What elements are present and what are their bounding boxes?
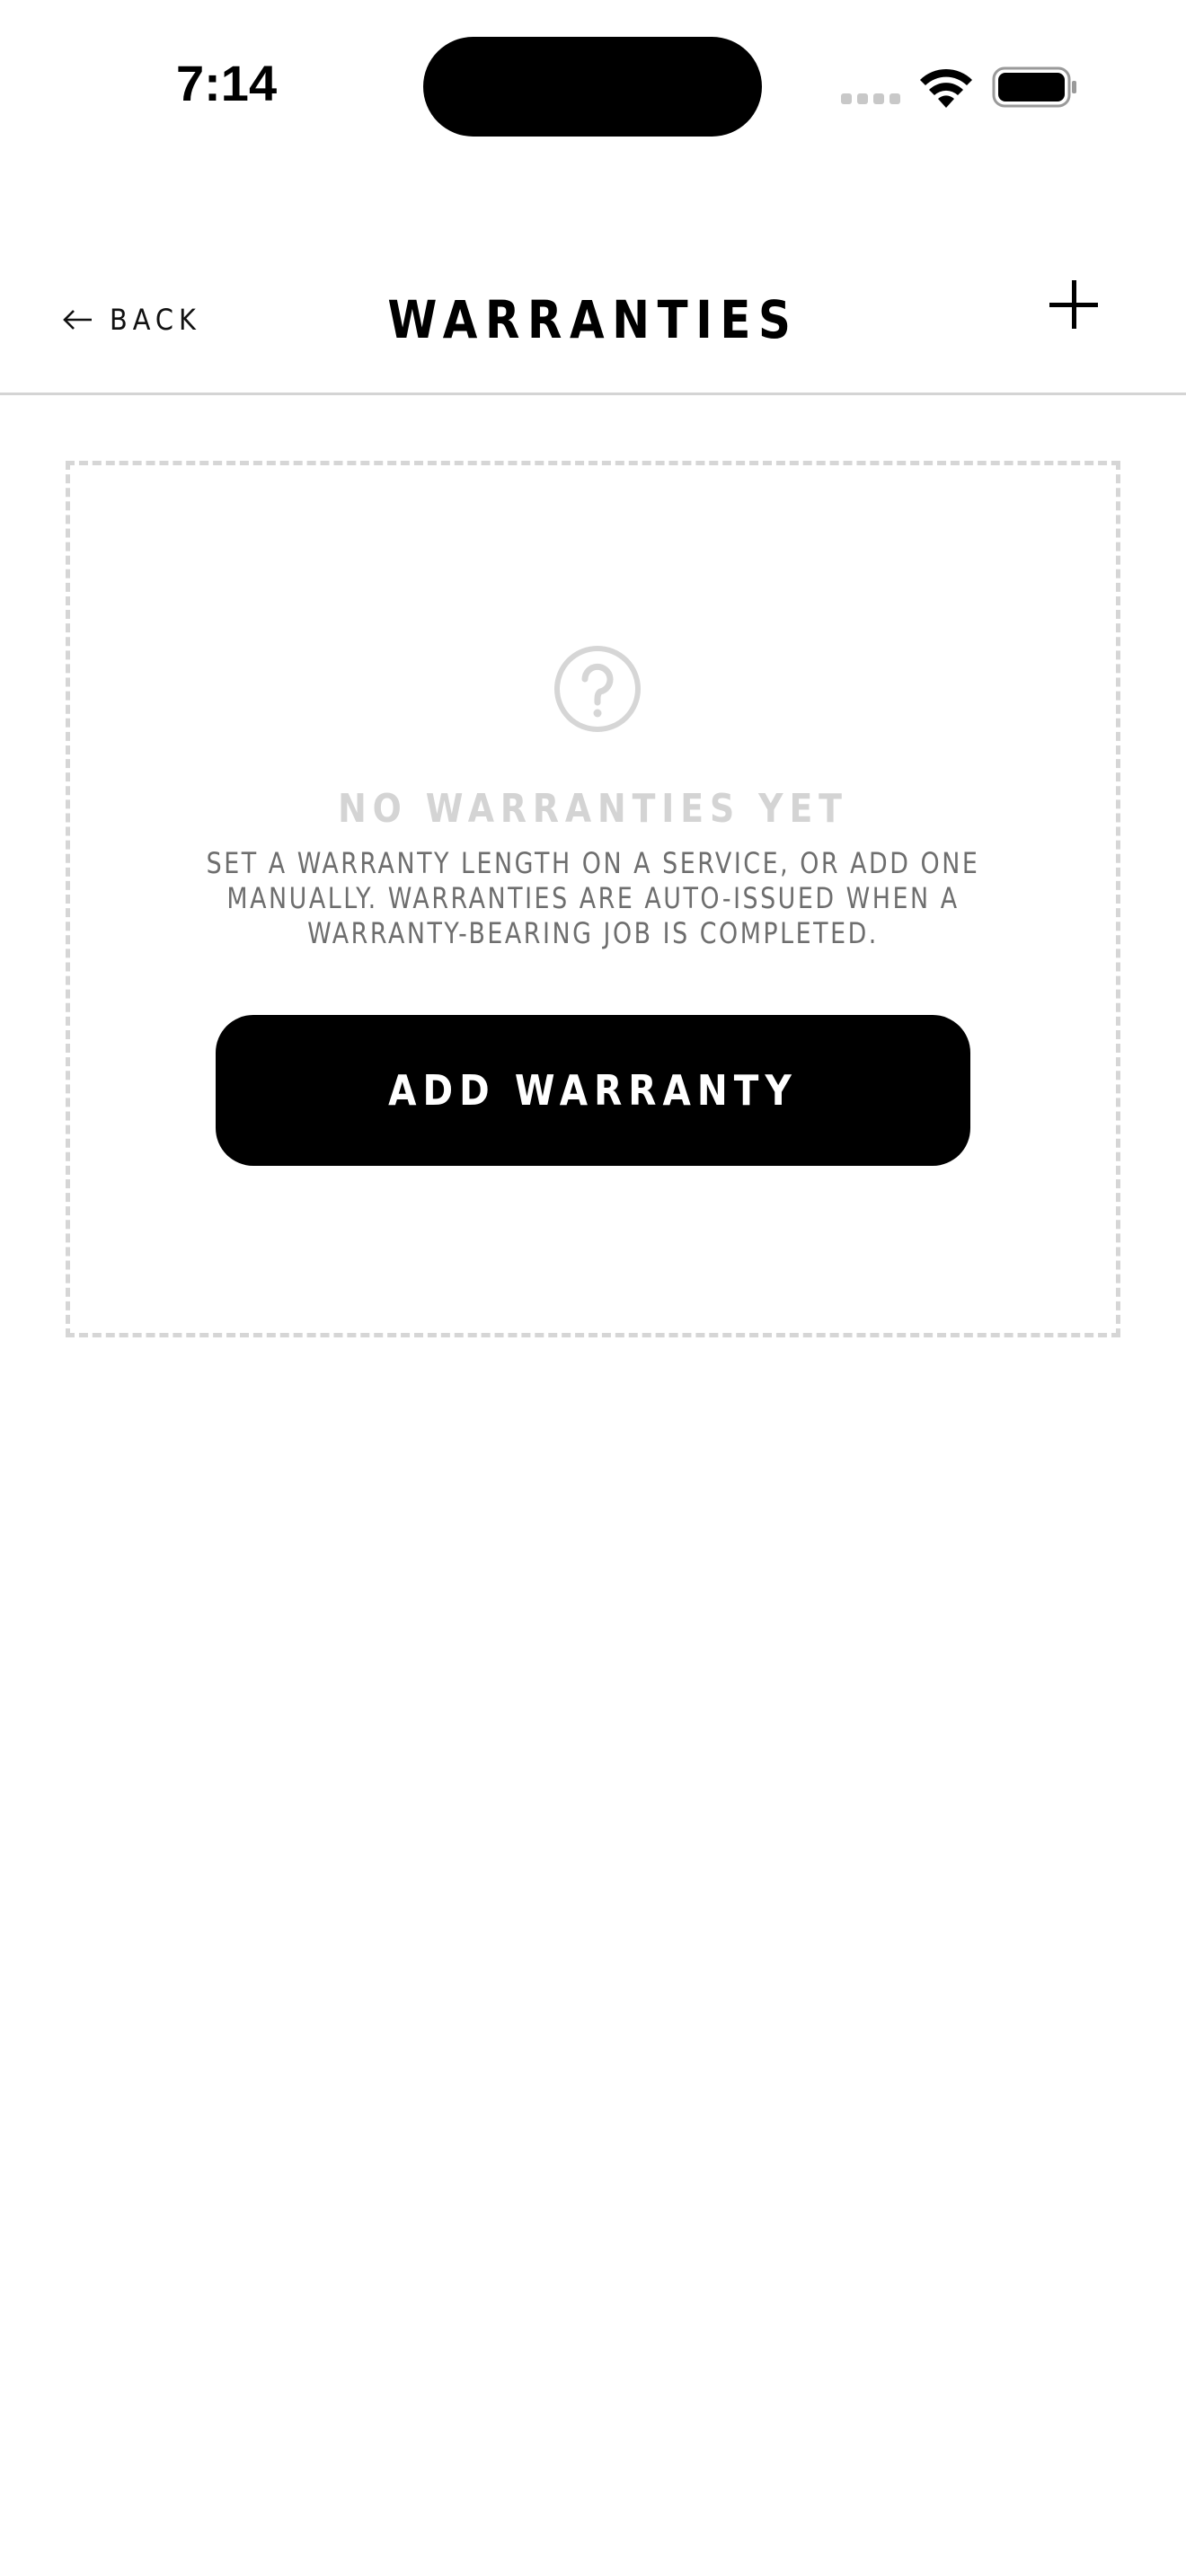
add-warranty-button[interactable]: ADD WARRANTY	[216, 1015, 970, 1166]
status-time: 7:14	[176, 55, 278, 111]
page-title: WARRANTIES	[387, 289, 799, 350]
empty-state-title: NO WARRANTIES YET	[338, 786, 848, 832]
dynamic-island	[423, 37, 762, 137]
nav-header: BACK WARRANTIES	[0, 243, 1186, 395]
status-bar: 7:14	[0, 0, 1186, 171]
empty-state-card: NO WARRANTIES YET SET A WARRANTY LENGTH …	[66, 461, 1120, 1337]
empty-state-description: SET A WARRANTY LENGTH ON A SERVICE, OR A…	[206, 846, 980, 950]
header-divider	[0, 393, 1186, 395]
add-warranty-label: ADD WARRANTY	[388, 1066, 798, 1115]
wifi-icon	[920, 68, 972, 108]
cellular-signal-icon	[841, 93, 902, 106]
question-circle-icon	[554, 646, 641, 732]
battery-icon	[992, 66, 1076, 108]
plus-icon[interactable]	[1042, 273, 1105, 336]
